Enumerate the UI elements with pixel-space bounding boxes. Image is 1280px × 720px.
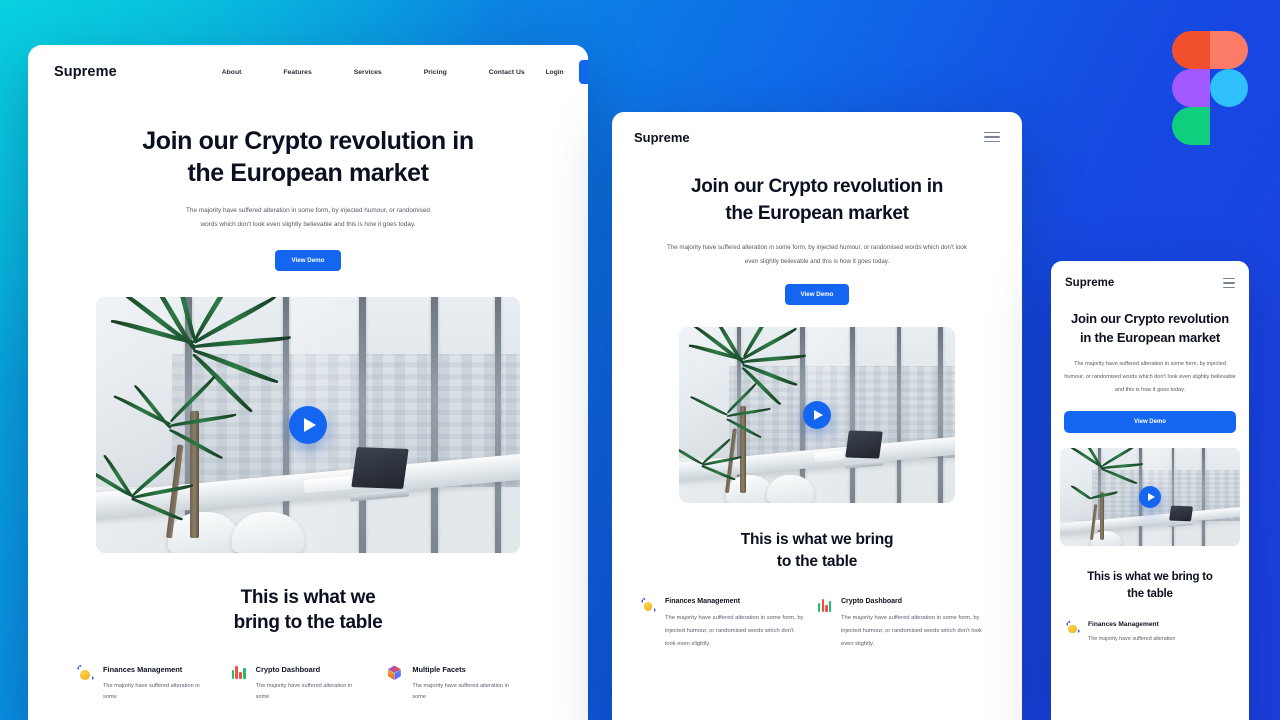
mobile-video-thumbnail[interactable] [1060, 448, 1240, 547]
tablet-hero-heading: Join our Crypto revolution in the Europe… [646, 174, 988, 228]
desktop-mockup: Supreme About Features Services Pricing … [28, 45, 588, 720]
feature-card: Finances Management The majority have su… [76, 664, 231, 704]
nav-link-pricing[interactable]: Pricing [403, 69, 468, 76]
section-heading-line-1: This is what we bring [740, 531, 894, 549]
heading-line-2: in the European market [1079, 330, 1221, 346]
feature-title: Finances Management [103, 664, 183, 674]
heading-line-1: Join our Crypto revolution in [690, 176, 944, 197]
desktop-video-thumbnail[interactable] [96, 297, 520, 554]
subtext-line-2: even slightly believable and this is how… [744, 258, 890, 266]
view-demo-button[interactable]: View Demo [1064, 411, 1236, 434]
feature-title: Multiple Facets [412, 664, 466, 674]
feature-title: Finances Management [665, 597, 741, 605]
section-heading-line-1: This is what we bring to [1087, 571, 1213, 584]
desktop-logo[interactable]: Supreme [54, 64, 117, 80]
nav-link-contact-us[interactable]: Contact Us [468, 69, 546, 76]
desktop-hero-subtext: The majority have suffered alteration in… [108, 204, 508, 232]
hamburger-menu-icon[interactable] [984, 131, 1000, 143]
mobile-feature-list: Finances Management The majority have su… [1051, 620, 1249, 646]
heading-line-2: the European market [187, 159, 429, 187]
section-heading-line-1: This is what we [240, 587, 376, 609]
feature-text: The majority have suffered alteration in… [841, 614, 982, 647]
tablet-feature-list: Finances Management The majority have su… [612, 597, 1022, 651]
tablet-mockup: Supreme Join our Crypto revolution in th… [612, 112, 1022, 720]
coin-arrows-icon [76, 664, 94, 683]
play-button[interactable] [1139, 486, 1161, 509]
heading-line-1: Join our Crypto revolution [1070, 311, 1230, 326]
figma-logo-segment-orange-right [1210, 31, 1248, 69]
feature-text: The majority have suffered alteration in… [665, 614, 804, 647]
tablet-logo[interactable]: Supreme [634, 130, 690, 145]
feature-text: The majority have suffered alteration in… [255, 682, 353, 701]
feature-text: The majority have suffered alteration in… [103, 682, 200, 701]
mobile-logo[interactable]: Supreme [1065, 277, 1114, 289]
desktop-nav-actions: Login Sign Up [546, 60, 588, 84]
mobile-navbar: Supreme [1051, 261, 1249, 305]
desktop-feature-list: Finances Management The majority have su… [28, 664, 588, 704]
feature-card: Crypto Dashboard The majority have suffe… [817, 598, 994, 651]
desktop-hero-heading: Join our Crypto revolution in the Europe… [108, 125, 508, 189]
mobile-mockup: Supreme Join our Crypto revolution in th… [1051, 261, 1249, 720]
subtext-line-2: words which don't look even slightly bel… [200, 221, 416, 229]
play-button[interactable] [803, 401, 831, 430]
tablet-navbar: Supreme [612, 112, 1022, 162]
desktop-nav-links: About Features Services Pricing Contact … [201, 69, 546, 76]
view-demo-button[interactable]: View Demo [274, 250, 342, 272]
heading-line-2: the European market [725, 202, 909, 224]
tablet-section-heading: This is what we bring to the table [612, 529, 1022, 572]
section-heading-line-2: bring to the table [233, 612, 383, 634]
hamburger-menu-icon[interactable] [1223, 277, 1235, 289]
mobile-hero: Join our Crypto revolution in the Europe… [1051, 305, 1249, 434]
coin-arrows-icon [1065, 620, 1080, 636]
feature-text: The majority have suffered alteration in… [412, 682, 509, 701]
subtext-line-1: The majority have suffered alteration in… [667, 243, 967, 251]
sign-up-button[interactable]: Sign Up [578, 60, 588, 84]
desktop-navbar: Supreme About Features Services Pricing … [28, 45, 588, 99]
mobile-hero-heading: Join our Crypto revolution in the Europe… [1064, 309, 1236, 347]
tablet-hero-subtext: The majority have suffered alteration in… [646, 241, 988, 270]
feature-card: Finances Management The majority have su… [1065, 620, 1235, 646]
subtext-line-1: The majority have suffered alteration in… [186, 207, 430, 214]
figma-logo-segment-blue [1210, 69, 1248, 107]
login-link[interactable]: Login [546, 69, 564, 76]
figma-logo-segment-purple [1172, 69, 1210, 107]
heading-line-1: Join our Crypto revolution in [142, 127, 474, 155]
figma-logo [1172, 31, 1248, 146]
feature-card: Crypto Dashboard The majority have suffe… [231, 665, 386, 704]
feature-card: Multiple Facets The majority have suffer… [385, 665, 540, 704]
figma-logo-segment-orange-left [1172, 31, 1210, 69]
desktop-hero: Join our Crypto revolution in the Europe… [28, 99, 588, 272]
feature-title: Crypto Dashboard [841, 597, 903, 605]
nav-link-services[interactable]: Services [333, 69, 403, 76]
mobile-section-heading: This is what we bring to the table [1051, 569, 1249, 602]
tablet-video-thumbnail[interactable] [679, 327, 955, 504]
desktop-section-heading: This is what we bring to the table [28, 585, 588, 636]
mobile-hero-subtext: The majority have suffered alteration in… [1064, 361, 1236, 394]
feature-text: The majority have suffered alteration [1088, 635, 1176, 642]
play-button[interactable] [289, 406, 327, 445]
candlestick-chart-icon [231, 665, 247, 681]
figma-logo-segment-green [1172, 107, 1210, 145]
candlestick-chart-icon [817, 598, 832, 613]
nav-link-features[interactable]: Features [262, 69, 332, 76]
feature-title: Crypto Dashboard [255, 664, 321, 674]
tablet-hero: Join our Crypto revolution in the Europe… [612, 162, 1022, 306]
feature-card: Finances Management The majority have su… [640, 597, 817, 651]
view-demo-button[interactable]: View Demo [784, 284, 850, 306]
coin-arrows-icon [640, 597, 656, 614]
nav-link-about[interactable]: About [201, 69, 263, 76]
color-cube-icon [385, 665, 403, 683]
section-heading-line-2: to the table [776, 553, 858, 571]
section-heading-line-2: the table [1127, 587, 1173, 600]
feature-title: Finances Management [1088, 620, 1159, 628]
